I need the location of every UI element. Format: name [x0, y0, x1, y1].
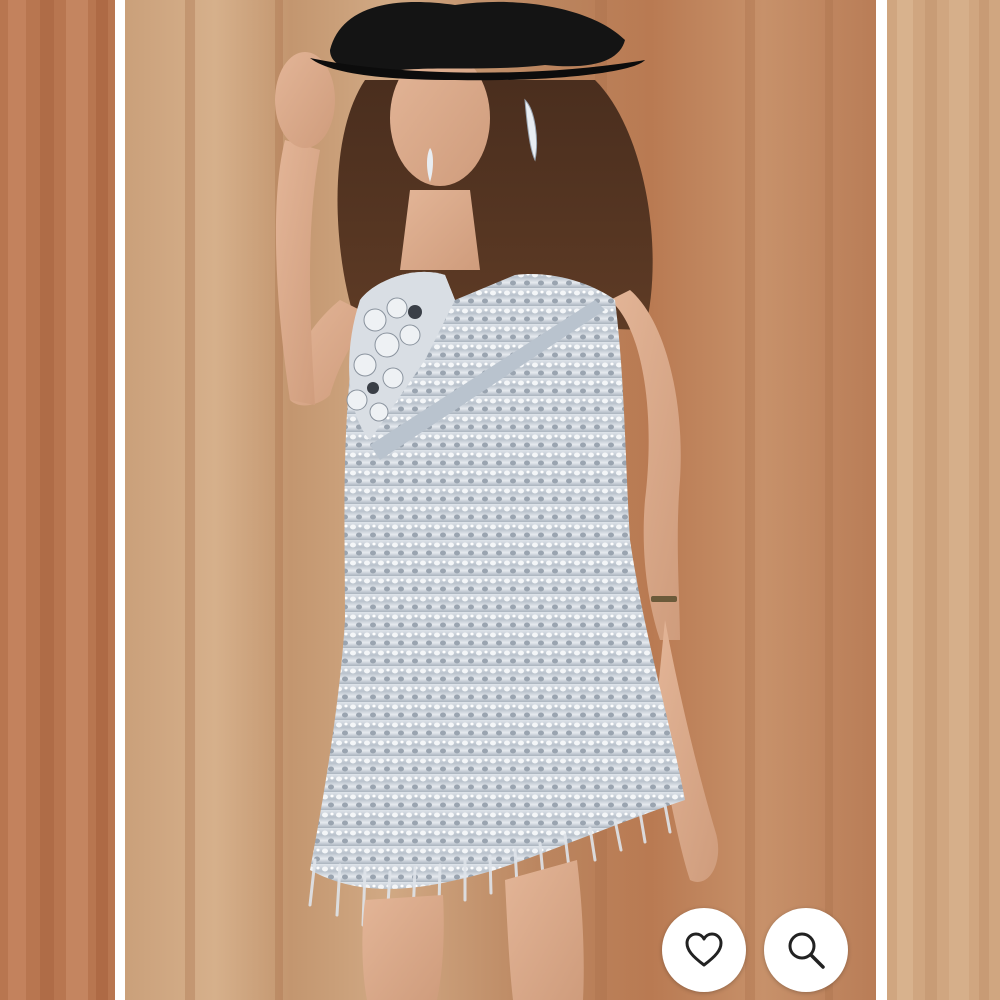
model-in-sequin-fringe-dress	[125, 0, 876, 1000]
next-image-peek[interactable]	[887, 0, 1000, 1000]
previous-image-peek[interactable]	[0, 0, 115, 1000]
like-button[interactable]	[662, 908, 746, 992]
zoom-button[interactable]	[764, 908, 848, 992]
product-photo[interactable]	[125, 0, 876, 1000]
magnifier-icon	[788, 932, 825, 969]
heart-icon	[685, 932, 723, 967]
previous-image-drapes	[0, 0, 115, 1000]
next-image-drapes	[887, 0, 1000, 1000]
product-image-gallery	[0, 0, 1000, 1000]
